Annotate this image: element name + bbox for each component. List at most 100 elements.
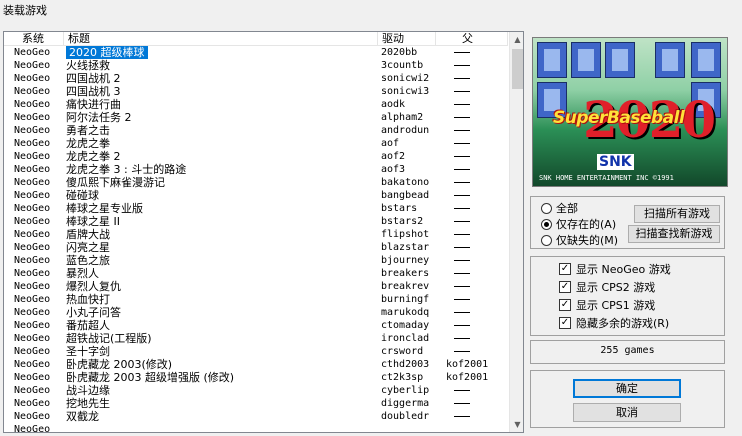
cell-parent: kof2001	[446, 372, 489, 383]
table-row[interactable]: NeoGeo	[4, 423, 508, 433]
table-row[interactable]: NeoGeo 四国战机 3 sonicwi3	[4, 85, 508, 98]
scan-all-button[interactable]: 扫描所有游戏	[634, 205, 720, 223]
table-row[interactable]: NeoGeo 龙虎之拳 2 aof2	[4, 150, 508, 163]
table-row[interactable]: NeoGeo 阿尔法任务 2 alpham2	[4, 111, 508, 124]
cell-system: NeoGeo	[14, 424, 51, 433]
table-row[interactable]: NeoGeo 四国战机 2 sonicwi2	[4, 72, 508, 85]
cell-parent	[436, 267, 508, 280]
check-show-cps1[interactable]: ✓ 显示 CPS1 游戏	[559, 298, 655, 312]
radio-missing[interactable]: 仅缺失的(M)	[541, 233, 618, 247]
check-hide-extra[interactable]: ✓ 隐藏多余的游戏(R)	[559, 316, 669, 330]
table-row[interactable]: NeoGeo 超铁战记(工程版) ironclad	[4, 332, 508, 345]
vertical-scrollbar[interactable]: ▲ ▼	[509, 32, 523, 432]
table-row[interactable]: NeoGeo 热血快打 burningf	[4, 293, 508, 306]
game-preview-image: 2020 SuperBaseball SNK SNK HOME ENTERTAI…	[532, 37, 728, 187]
table-row[interactable]: NeoGeo 战斗边缘 cyberlip	[4, 384, 508, 397]
cell-parent	[436, 410, 508, 423]
cell-system: NeoGeo	[14, 60, 51, 71]
table-row[interactable]: NeoGeo 火线拯救 3countb	[4, 59, 508, 72]
table-row[interactable]: NeoGeo 棒球之星 II bstars2	[4, 215, 508, 228]
cell-title: 超铁战记(工程版)	[66, 332, 152, 345]
cell-driver: ct2k3sp	[381, 372, 424, 383]
cell-system: NeoGeo	[14, 125, 51, 136]
scroll-down-icon[interactable]: ▼	[510, 417, 523, 432]
cell-title-wrap: 暴烈人	[64, 267, 378, 280]
cell-title: 闪亮之星	[66, 241, 110, 254]
cell-parent	[436, 332, 508, 345]
cell-title-wrap: 四国战机 2	[64, 72, 378, 85]
preview-brand: SNK	[597, 154, 634, 170]
check-show-neogeo[interactable]: ✓ 显示 NeoGeo 游戏	[559, 262, 671, 276]
no-parent-dash	[454, 311, 470, 313]
cell-system: NeoGeo	[14, 359, 51, 370]
table-row[interactable]: NeoGeo 卧虎藏龙 2003 超级增强版 (修改) ct2k3sp kof2001	[4, 371, 508, 384]
table-row[interactable]: NeoGeo 勇者之击 androdun	[4, 124, 508, 137]
table-row[interactable]: NeoGeo 龙虎之拳 aof	[4, 137, 508, 150]
table-row[interactable]: NeoGeo 傻瓜熙下麻雀漫游记 bakatono	[4, 176, 508, 189]
scroll-thumb[interactable]	[512, 49, 523, 89]
check-show-cps2[interactable]: ✓ 显示 CPS2 游戏	[559, 280, 655, 294]
table-row[interactable]: NeoGeo 圣十字剑 crsword	[4, 345, 508, 358]
table-row[interactable]: NeoGeo 卧虎藏龙 2003(修改) cthd2003 kof2001	[4, 358, 508, 371]
checkbox-neogeo[interactable]: ✓	[559, 263, 571, 275]
radio-missing-dot[interactable]	[541, 234, 552, 246]
checkbox-cps1[interactable]: ✓	[559, 299, 571, 311]
cell-system: NeoGeo	[14, 203, 51, 214]
table-row[interactable]: NeoGeo 碰碰球 bangbead	[4, 189, 508, 202]
scroll-up-icon[interactable]: ▲	[510, 32, 523, 47]
game-list[interactable]: 系统 标题 驱动 父 NeoGeo 2020 超级棒球 2020bb NeoGeo 火线…	[3, 31, 524, 433]
cell-title-wrap: 卧虎藏龙 2003 超级增强版 (修改)	[64, 371, 378, 384]
cell-title: 棒球之星 II	[66, 215, 120, 228]
cell-parent	[436, 241, 508, 254]
table-row[interactable]: NeoGeo 龙虎之拳 3 : 斗士的路途 aof3	[4, 163, 508, 176]
cell-parent	[436, 59, 508, 72]
column-header-title[interactable]: 标题	[64, 32, 378, 46]
cell-system: NeoGeo	[14, 138, 51, 149]
radio-all-dot[interactable]	[541, 202, 552, 214]
table-row[interactable]: NeoGeo 闪亮之星 blazstar	[4, 241, 508, 254]
ok-button[interactable]: 确定	[573, 379, 681, 398]
table-row[interactable]: NeoGeo 挖地先生 diggerma	[4, 397, 508, 410]
cell-driver: alpham2	[381, 112, 424, 123]
table-row[interactable]: NeoGeo 棒球之星专业版 bstars	[4, 202, 508, 215]
column-header-system[interactable]: 系统	[4, 32, 64, 46]
no-parent-dash	[454, 298, 470, 300]
no-parent-dash	[454, 324, 470, 326]
table-row[interactable]: NeoGeo 双截龙 doubledr	[4, 410, 508, 423]
table-row[interactable]: NeoGeo 番茄超人 ctomaday	[4, 319, 508, 332]
radio-all[interactable]: 全部	[541, 201, 578, 215]
games-count: 255 games	[600, 345, 655, 356]
table-row[interactable]: NeoGeo 暴烈人 breakers	[4, 267, 508, 280]
radio-available-dot[interactable]	[541, 218, 552, 230]
radio-available[interactable]: 仅存在的(A)	[541, 217, 616, 231]
table-row[interactable]: NeoGeo 2020 超级棒球 2020bb	[4, 46, 508, 59]
check-show-neogeo-label: 显示 NeoGeo 游戏	[576, 263, 671, 276]
column-header-driver[interactable]: 驱动	[378, 32, 436, 46]
checkbox-hide-extra[interactable]: ✓	[559, 317, 571, 329]
cell-title: 2020 超级棒球	[66, 46, 148, 59]
table-row[interactable]: NeoGeo 爆烈人复仇 breakrev	[4, 280, 508, 293]
cell-driver: doubledr	[381, 411, 430, 422]
cell-title: 蓝色之旅	[66, 254, 110, 267]
column-header-parent[interactable]: 父	[436, 32, 508, 46]
cancel-button[interactable]: 取消	[573, 403, 681, 422]
checkbox-cps2[interactable]: ✓	[559, 281, 571, 293]
cell-driver: crsword	[381, 346, 424, 357]
cell-title-wrap: 痛快进行曲	[64, 98, 378, 111]
table-row[interactable]: NeoGeo 痛快进行曲 aodk	[4, 98, 508, 111]
cell-system: NeoGeo	[14, 86, 51, 97]
cell-system: NeoGeo	[14, 190, 51, 201]
cell-title-wrap: 爆烈人复仇	[64, 280, 378, 293]
no-parent-dash	[454, 415, 470, 417]
cell-system: NeoGeo	[14, 385, 51, 396]
cell-system: NeoGeo	[14, 294, 51, 305]
cell-driver: bakatono	[381, 177, 430, 188]
cell-title: 圣十字剑	[66, 345, 110, 358]
cell-title-wrap: 挖地先生	[64, 397, 378, 410]
no-parent-dash	[454, 168, 470, 170]
table-row[interactable]: NeoGeo 盾牌大战 flipshot	[4, 228, 508, 241]
no-parent-dash	[454, 51, 470, 53]
table-row[interactable]: NeoGeo 蓝色之旅 bjourney	[4, 254, 508, 267]
scan-new-button[interactable]: 扫描查找新游戏	[628, 225, 720, 243]
table-row[interactable]: NeoGeo 小丸子问答 marukodq	[4, 306, 508, 319]
